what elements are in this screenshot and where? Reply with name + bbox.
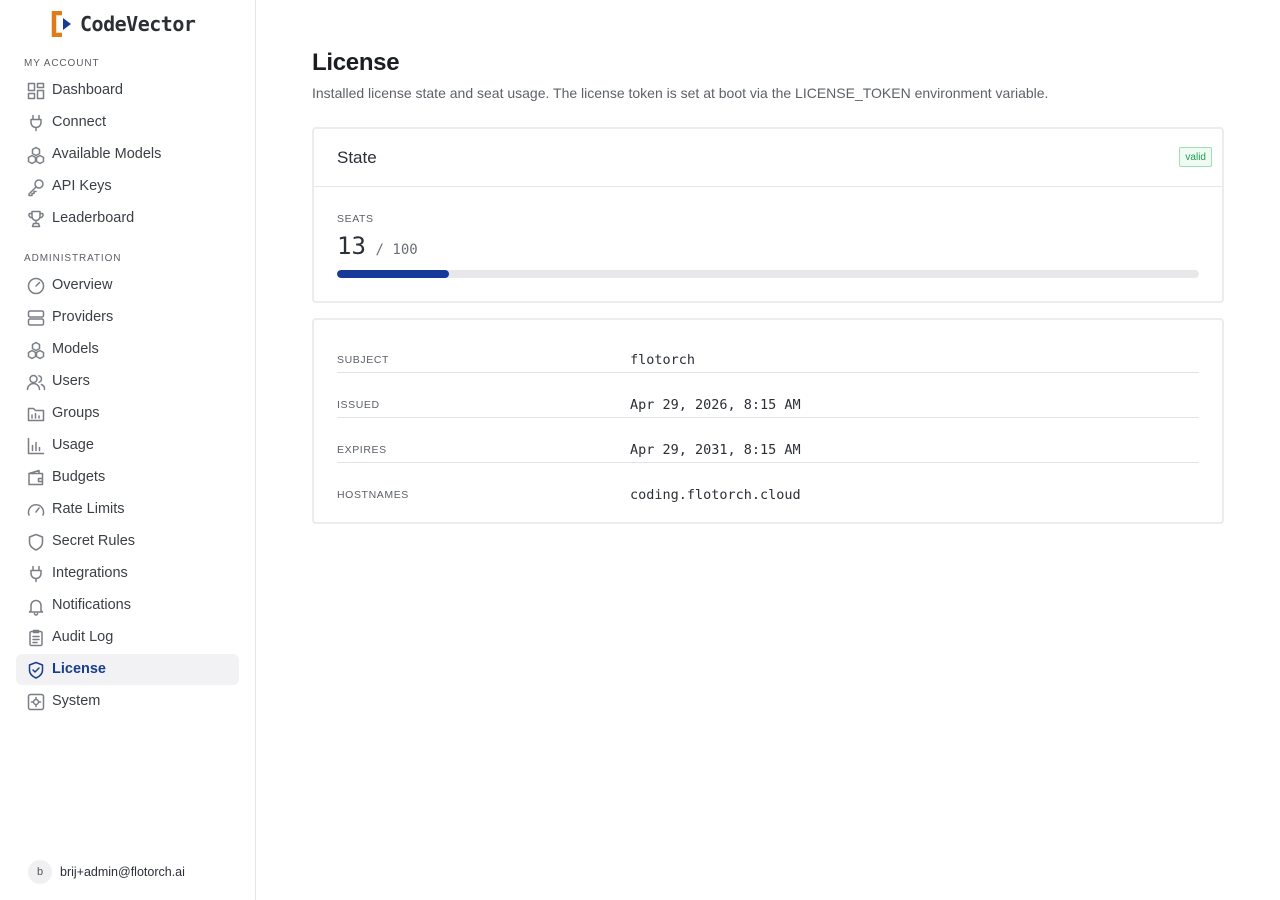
sidebar-item-groups[interactable]: Groups [16,398,239,429]
state-title: State [337,148,377,167]
detail-key: ISSUED [337,399,380,411]
cubes-icon [26,340,46,360]
sidebar-item-label: Providers [52,309,114,325]
main-content: License Installed license state and seat… [256,0,1280,900]
sidebar-item-rate-limits[interactable]: Rate Limits [16,494,239,525]
sidebar-item-label: Budgets [52,469,106,485]
trophy-icon [26,209,46,229]
brand-name: CodeVector [80,12,196,36]
detail-row-hostnames: HOSTNAMES coding.flotorch.cloud [337,463,1199,508]
sidebar-item-audit-log[interactable]: Audit Log [16,622,239,653]
sidebar-item-providers[interactable]: Providers [16,302,239,333]
shield-check-icon [26,660,46,680]
sidebar-item-label: System [52,693,101,709]
sidebar-item-label: Dashboard [52,82,123,98]
seats-progress-fill [337,270,450,278]
sidebar-item-label: License [52,661,106,677]
sidebar-item-label: Rate Limits [52,501,125,517]
sidebar-item-label: Available Models [52,146,162,162]
license-state-card: State valid SEATS 13 / 100 [312,127,1224,303]
sidebar-item-notifications[interactable]: Notifications [16,590,239,621]
sidebar-item-label: Secret Rules [52,533,136,549]
plug-icon [26,113,46,133]
seats-count: 13 / 100 [337,232,418,260]
license-details-card: SUBJECT flotorch ISSUED Apr 29, 2026, 8:… [312,318,1224,524]
wallet-icon [26,468,46,488]
sidebar-item-label: Leaderboard [52,210,135,226]
gauge-icon [26,276,46,296]
detail-value: Apr 29, 2031, 8:15 AM [630,442,801,458]
codevector-logo-icon [51,11,71,37]
detail-row-expires: EXPIRES Apr 29, 2031, 8:15 AM [337,418,1199,463]
bar-chart-icon [26,436,46,456]
bell-icon [26,596,46,616]
cubes-icon [26,145,46,165]
sidebar-item-leaderboard[interactable]: Leaderboard [16,203,239,234]
seats-used: 13 [337,232,366,260]
sidebar-item-label: Users [52,373,90,389]
sidebar-item-label: Groups [52,405,100,421]
detail-value: Apr 29, 2026, 8:15 AM [630,397,801,413]
detail-row-issued: ISSUED Apr 29, 2026, 8:15 AM [337,373,1199,418]
user-menu[interactable]: b brij+admin@flotorch.ai [28,860,185,884]
detail-key: EXPIRES [337,444,387,456]
page-description: Installed license state and seat usage. … [312,85,1049,101]
server-icon [26,308,46,328]
sidebar-item-budgets[interactable]: Budgets [16,462,239,493]
detail-value: flotorch [630,352,696,368]
seats-total: / 100 [375,242,418,258]
plug-icon [26,564,46,584]
sidebar-item-secret-rules[interactable]: Secret Rules [16,526,239,557]
sidebar-item-label: Connect [52,114,107,130]
sidebar-item-api-keys[interactable]: API Keys [16,171,239,202]
sidebar-item-connect[interactable]: Connect [16,107,239,138]
sidebar-item-available-models[interactable]: Available Models [16,139,239,170]
sidebar: CodeVector MY ACCOUNT Dashboard Connect … [0,0,256,900]
users-icon [26,372,46,392]
detail-value: coding.flotorch.cloud [630,487,801,503]
sidebar-item-overview[interactable]: Overview [16,270,239,301]
key-icon [26,177,46,197]
sidebar-item-dashboard[interactable]: Dashboard [16,75,239,106]
sidebar-item-models[interactable]: Models [16,334,239,365]
sidebar-item-license[interactable]: License [16,654,239,685]
status-badge: valid [1179,147,1212,167]
sidebar-item-label: Audit Log [52,629,114,645]
sidebar-item-system[interactable]: System [16,686,239,717]
page-title: License [312,49,400,76]
seats-progress-bar [337,270,1199,278]
state-card-header: State valid [314,129,1222,187]
detail-row-subject: SUBJECT flotorch [337,328,1199,373]
sidebar-item-label: Integrations [52,565,128,581]
sidebar-item-label: Overview [52,277,113,293]
sidebar-item-label: API Keys [52,178,112,194]
dashboard-icon [26,81,46,101]
section-label-administration: ADMINISTRATION [24,253,122,264]
detail-key: SUBJECT [337,354,390,366]
sidebar-item-label: Notifications [52,597,131,613]
sidebar-item-integrations[interactable]: Integrations [16,558,239,589]
user-email: brij+admin@flotorch.ai [60,865,185,879]
sidebar-item-label: Models [52,341,99,357]
sidebar-item-label: Usage [52,437,94,453]
sidebar-item-usage[interactable]: Usage [16,430,239,461]
detail-key: HOSTNAMES [337,489,409,501]
avatar: b [28,860,52,884]
sidebar-item-users[interactable]: Users [16,366,239,397]
folder-icon [26,404,46,424]
shield-icon [26,532,46,552]
seats-label: SEATS [337,213,374,225]
section-label-my-account: MY ACCOUNT [24,58,100,69]
clipboard-icon [26,628,46,648]
settings-icon [26,692,46,712]
speedometer-icon [26,500,46,520]
